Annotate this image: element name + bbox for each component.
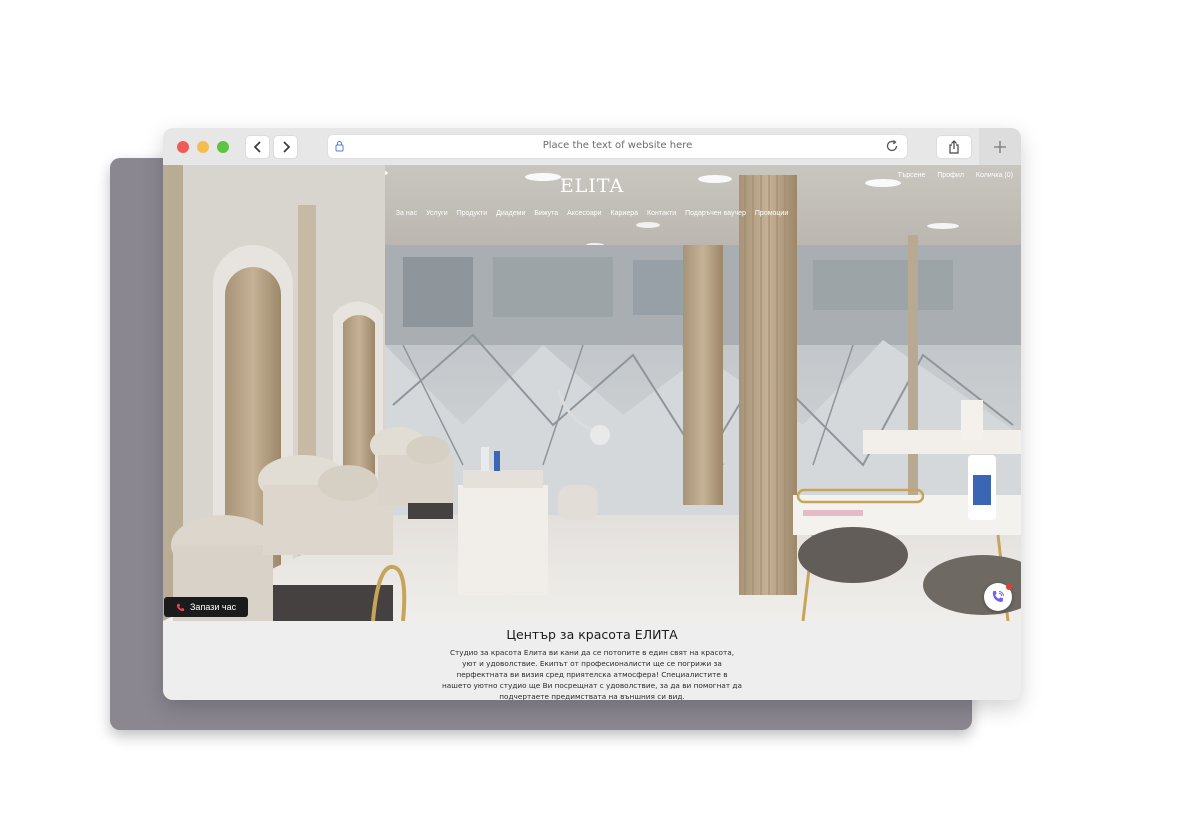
address-text: Place the text of website here [542,140,693,151]
forward-button[interactable] [274,136,297,158]
main-navigation: За нас Услуги Продукти Диадеми Бижута Ак… [163,210,1021,217]
page-title: Център за красота ЕЛИТА [506,627,678,642]
viber-chat-button[interactable] [984,583,1012,611]
close-window-button[interactable] [177,141,189,153]
phone-icon [176,603,185,611]
nav-item-about[interactable]: За нас [396,210,417,217]
share-icon [949,140,959,154]
browser-window: Place the text of website here ELITA Тър… [163,128,1021,700]
notification-dot [1006,584,1012,590]
site-logo[interactable]: ELITA [163,175,1021,197]
plus-icon [994,140,1006,153]
nav-item-tiaras[interactable]: Диадеми [496,210,525,217]
nav-item-gift-voucher[interactable]: Подаръчен ваучер [685,210,746,217]
back-button[interactable] [246,136,269,158]
book-appointment-button[interactable]: Запази час [164,597,248,617]
intro-section: Център за красота ЕЛИТА Студио за красот… [163,621,1021,700]
chevron-right-icon [282,141,290,153]
nav-item-services[interactable]: Услуги [426,210,448,217]
header-utility-links: Търсене Профил Количка (0) [898,172,1013,179]
reload-icon[interactable] [885,139,899,153]
browser-toolbar: Place the text of website here [163,128,1021,166]
book-appointment-label: Запази час [190,602,237,612]
maximize-window-button[interactable] [217,141,229,153]
cart-link[interactable]: Количка (0) [976,172,1013,179]
viber-phone-icon [992,591,1004,603]
new-tab-button[interactable] [979,128,1021,165]
salon-interior-photo [163,165,1021,621]
nav-item-jewelry[interactable]: Бижута [534,210,558,217]
address-bar[interactable]: Place the text of website here [328,135,907,158]
nav-item-contacts[interactable]: Контакти [647,210,676,217]
share-button[interactable] [937,136,971,158]
nav-item-promotions[interactable]: Промоции [755,210,788,217]
chevron-left-icon [253,141,261,153]
intro-paragraph: Студио за красота Елита ви кани да се по… [442,648,742,700]
profile-link[interactable]: Профил [937,172,964,179]
nav-item-career[interactable]: Кариера [611,210,638,217]
search-link[interactable]: Търсене [898,172,926,179]
hero-banner: ELITA Търсене Профил Количка (0) За нас … [163,165,1021,621]
nav-item-accessories[interactable]: Аксесоари [567,210,601,217]
nav-item-products[interactable]: Продукти [457,210,488,217]
minimize-window-button[interactable] [197,141,209,153]
